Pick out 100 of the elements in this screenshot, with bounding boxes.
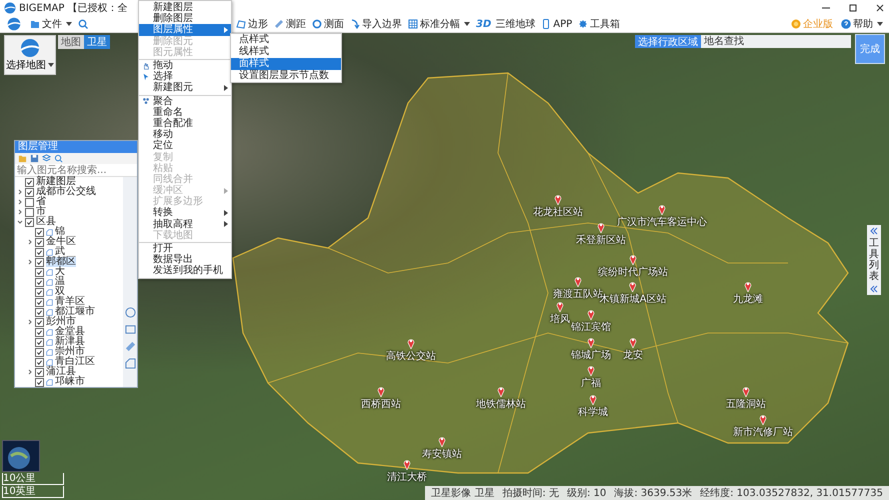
map-pin-icon[interactable]	[403, 458, 411, 470]
tree-item[interactable]: 邛崃市	[55, 377, 85, 387]
menu-item[interactable]: 选择	[139, 71, 231, 82]
tree-item[interactable]: 新津县	[55, 337, 85, 347]
toolbar-button[interactable]: 测面	[310, 17, 346, 31]
checkbox[interactable]	[25, 218, 34, 226]
map-pin-icon[interactable]	[497, 385, 505, 397]
tree-item[interactable]: 锦	[55, 227, 65, 237]
menu-item[interactable]: 面样式	[231, 58, 341, 70]
map-pin-icon[interactable]	[742, 385, 750, 397]
map-pin-icon[interactable]	[629, 280, 637, 292]
map-pin-icon[interactable]	[629, 336, 637, 348]
map-pin-icon[interactable]	[554, 193, 562, 205]
map-pin-icon[interactable]	[407, 337, 415, 349]
toolbar-button[interactable]: 工具箱	[576, 17, 622, 31]
checkbox[interactable]	[35, 328, 44, 336]
tree-item[interactable]: 崇州市	[55, 347, 85, 357]
checkbox[interactable]	[35, 238, 44, 246]
tree-item[interactable]: 都江堰市	[55, 307, 95, 317]
checkbox[interactable]	[25, 188, 34, 196]
checkbox[interactable]	[35, 288, 44, 296]
checkbox[interactable]	[35, 278, 44, 286]
toolbar-button[interactable]: 标准分幅	[406, 17, 472, 31]
menu-item[interactable]: 设置图层显示节点数	[231, 70, 341, 82]
checkbox[interactable]	[25, 208, 34, 216]
tree-item[interactable]: 省	[36, 197, 46, 207]
map-pin-icon[interactable]	[587, 308, 595, 320]
map-type-tab[interactable]: 地图	[58, 35, 84, 49]
menu-item[interactable]: 移动	[139, 129, 231, 140]
checkbox[interactable]	[35, 318, 44, 326]
menu-item[interactable]: 抽取高程	[139, 218, 231, 230]
search-icon[interactable]	[54, 154, 63, 163]
map-pin-icon[interactable]	[759, 413, 767, 425]
file-menu-button[interactable]: 文件	[28, 17, 74, 31]
menu-item[interactable]: 聚合	[139, 94, 231, 107]
menu-item[interactable]: 删除图层	[139, 13, 231, 24]
map-select-button[interactable]: 选择地图	[4, 35, 56, 75]
menu-item[interactable]: 点样式	[231, 34, 341, 46]
region-select-button[interactable]: 选择行政区域	[635, 35, 701, 48]
map-pin-icon[interactable]	[744, 280, 752, 292]
maximize-icon[interactable]	[848, 3, 858, 13]
map-pin-icon[interactable]	[377, 385, 385, 397]
menu-item[interactable]: 转换	[139, 207, 231, 219]
map-pin-icon[interactable]	[658, 203, 666, 215]
menu-item[interactable]: 发送到我的手机	[139, 265, 231, 276]
map-pin-icon[interactable]	[574, 275, 582, 287]
tree-item[interactable]: 彭州市	[46, 317, 76, 327]
map-pin-icon[interactable]	[589, 393, 597, 405]
menu-item[interactable]: 图层属性	[139, 24, 231, 36]
layers-icon[interactable]	[42, 154, 51, 163]
close-icon[interactable]	[875, 3, 885, 13]
tree-item[interactable]: 蒲江县	[46, 367, 76, 377]
layer-search-field[interactable]: 输入图元名称搜索...	[15, 164, 137, 177]
tree-item[interactable]: 郫都区	[46, 257, 76, 267]
place-search-field[interactable]: 地名查找	[701, 35, 851, 48]
map-pin-icon[interactable]	[587, 336, 595, 348]
map-pin-icon[interactable]	[597, 221, 605, 233]
tree-item[interactable]: 市	[36, 207, 46, 217]
tree-item[interactable]: 双	[55, 287, 65, 297]
checkbox[interactable]	[35, 228, 44, 236]
checkbox[interactable]	[35, 248, 44, 256]
toolbar-button[interactable]: 边形	[234, 17, 270, 31]
rectangle-tool-icon[interactable]	[124, 324, 136, 335]
tree-item[interactable]: 区县	[36, 217, 56, 227]
menu-item[interactable]: 数据导出	[139, 254, 231, 266]
tree-item[interactable]: 新建图层	[36, 177, 76, 187]
tree-item[interactable]: 武	[55, 247, 65, 257]
menu-item[interactable]: 重合配准	[139, 118, 231, 130]
checkbox[interactable]	[35, 298, 44, 306]
map-pin-icon[interactable]	[629, 253, 637, 265]
checkbox[interactable]	[35, 358, 44, 366]
checkbox[interactable]	[25, 178, 34, 186]
toolbar-button[interactable]: 导入边界	[348, 17, 404, 31]
checkbox[interactable]	[35, 268, 44, 276]
tree-item[interactable]: 青羊区	[55, 297, 85, 307]
menu-item[interactable]: 新建图元	[139, 82, 231, 94]
checkbox[interactable]	[35, 368, 44, 376]
toolbar-button[interactable]: 3D 三维地球	[474, 17, 538, 31]
map-pin-icon[interactable]	[587, 364, 595, 376]
checkbox[interactable]	[35, 378, 44, 386]
tree-item[interactable]: 青白江区	[55, 357, 95, 367]
checkbox[interactable]	[35, 308, 44, 316]
polygon-tool-icon[interactable]	[124, 358, 136, 369]
menu-item[interactable]: 重命名	[139, 106, 231, 118]
tree-item[interactable]: 大	[55, 267, 65, 277]
toolbar-button[interactable]: APP	[539, 17, 574, 31]
map-type-tab[interactable]: 卫星	[84, 35, 110, 49]
save-icon[interactable]	[30, 154, 39, 163]
checkbox[interactable]	[35, 338, 44, 346]
menu-item[interactable]: 新建图层	[139, 2, 231, 14]
circle-tool-icon[interactable]	[124, 307, 136, 318]
checkbox[interactable]	[35, 258, 44, 266]
menu-item[interactable]: 打开	[139, 242, 231, 254]
menu-item[interactable]: 线样式	[231, 46, 341, 58]
search-icon[interactable]	[78, 19, 88, 29]
menu-item[interactable]: 定位	[139, 140, 231, 152]
map-pin-icon[interactable]	[556, 300, 564, 312]
tool-list-tab[interactable]: 工具列表	[867, 225, 881, 295]
checkbox[interactable]	[35, 348, 44, 356]
checkbox[interactable]	[25, 198, 34, 206]
